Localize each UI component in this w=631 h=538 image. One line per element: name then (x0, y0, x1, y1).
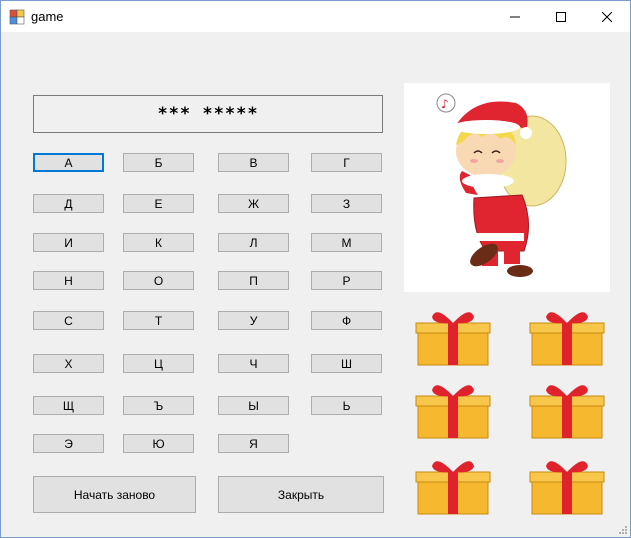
window-title: game (31, 9, 64, 24)
letter-key[interactable]: Э (33, 434, 104, 453)
app-icon (9, 9, 25, 25)
gift-box-icon[interactable] (528, 380, 606, 440)
svg-text:♪: ♪ (441, 97, 449, 111)
letter-key[interactable]: Б (123, 153, 194, 172)
letter-key[interactable]: И (33, 233, 104, 252)
letter-key[interactable]: Н (33, 271, 104, 290)
close-button[interactable]: Закрыть (218, 476, 384, 513)
letter-key[interactable]: Ю (123, 434, 194, 453)
letter-key[interactable]: Ц (123, 354, 194, 373)
letter-key[interactable]: В (218, 153, 289, 172)
gift-box-icon[interactable] (528, 307, 606, 367)
letter-key[interactable]: З (311, 194, 382, 213)
letter-key[interactable]: Х (33, 354, 104, 373)
letter-key[interactable]: Ь (311, 396, 382, 415)
minimize-button[interactable] (492, 1, 538, 32)
letter-key[interactable]: К (123, 233, 194, 252)
letter-key[interactable]: Л (218, 233, 289, 252)
close-icon (602, 11, 612, 22)
gift-box-icon[interactable] (414, 456, 492, 516)
letter-key[interactable]: Р (311, 271, 382, 290)
santa-picture: ♪ (404, 83, 610, 292)
minimize-icon (510, 16, 520, 17)
title-bar[interactable]: game (1, 1, 630, 32)
maximize-icon (556, 11, 566, 22)
letter-key[interactable]: П (218, 271, 289, 290)
letter-key[interactable]: Ч (218, 354, 289, 373)
gift-box-icon[interactable] (414, 307, 492, 367)
letter-key[interactable]: Ы (218, 396, 289, 415)
letter-key[interactable]: Ш (311, 354, 382, 373)
letter-key[interactable]: А (33, 153, 104, 172)
letter-key[interactable]: Д (33, 194, 104, 213)
letter-key[interactable]: Г (311, 153, 382, 172)
letter-key[interactable]: Ж (218, 194, 289, 213)
letter-key[interactable]: О (123, 271, 194, 290)
word-display: *** ***** (33, 95, 383, 133)
letter-key[interactable]: Е (123, 194, 194, 213)
letter-key[interactable]: С (33, 311, 104, 330)
santa-boy-image: ♪ (436, 93, 567, 277)
letter-key[interactable]: Т (123, 311, 194, 330)
restart-button[interactable]: Начать заново (33, 476, 196, 513)
resize-grip-icon[interactable] (618, 525, 628, 535)
gift-box-icon[interactable] (528, 456, 606, 516)
letter-key[interactable]: Ъ (123, 396, 194, 415)
game-window: game *** ***** А Б В Г Д Е Ж З И К Л М Н… (0, 0, 631, 538)
maximize-button[interactable] (538, 1, 584, 32)
letter-key[interactable]: Ф (311, 311, 382, 330)
letter-key[interactable]: М (311, 233, 382, 252)
letter-key[interactable]: Щ (33, 396, 104, 415)
letter-key[interactable]: У (218, 311, 289, 330)
letter-key[interactable]: Я (218, 434, 289, 453)
close-window-button[interactable] (584, 1, 630, 32)
gift-box-icon[interactable] (414, 380, 492, 440)
